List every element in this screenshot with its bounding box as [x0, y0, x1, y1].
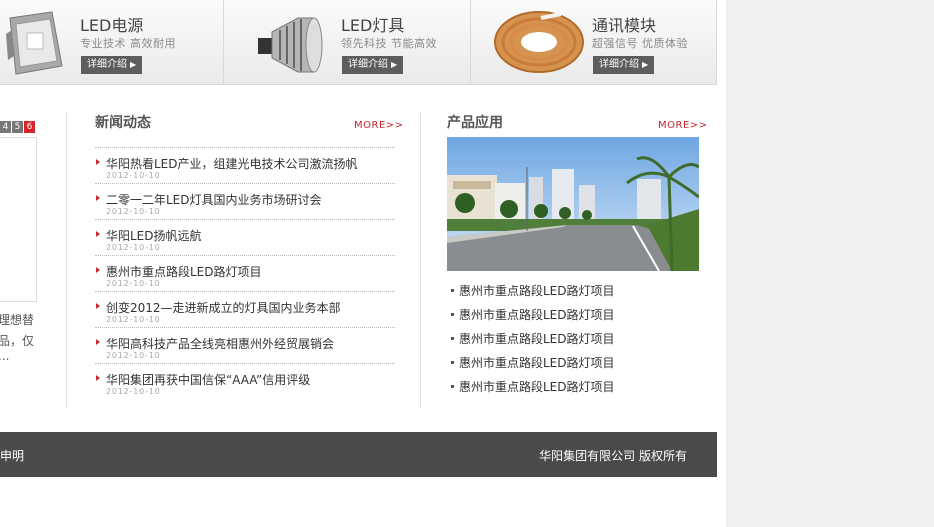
left-partial-column: 456 理想替 品，仅 ... — [0, 112, 40, 412]
application-item[interactable]: 惠州市重点路段LED路灯项目 — [450, 378, 700, 402]
news-title[interactable]: 二零一二年LED灯具国内业务市场研讨会 — [106, 191, 322, 208]
bullet-square-icon — [451, 385, 454, 388]
left-content-box — [0, 137, 37, 302]
news-title[interactable]: 华阳热看LED产业，组建光电技术公司激流扬帆 — [106, 155, 358, 172]
application-title[interactable]: 惠州市重点路段LED路灯项目 — [459, 378, 615, 395]
bullet-triangle-icon — [96, 195, 100, 201]
page-right-gutter — [726, 0, 934, 527]
left-text-line: ... — [0, 349, 10, 363]
arrow-right-icon: ▶ — [130, 60, 137, 69]
footer: 申明 华阳集团有限公司 版权所有 — [0, 432, 717, 477]
product-card-led-lamp[interactable]: LED灯具 领先科技 节能高效 详细介绍 ▶ — [224, 0, 471, 85]
product-title: 通讯模块 — [592, 16, 657, 35]
pagination: 456 — [0, 121, 36, 133]
page-link-active[interactable]: 6 — [24, 121, 35, 133]
details-button-label: 详细介绍 — [87, 59, 127, 70]
bullet-square-icon — [451, 289, 454, 292]
street-scene-image — [447, 137, 699, 271]
application-item[interactable]: 惠州市重点路段LED路灯项目 — [450, 330, 700, 354]
application-item[interactable]: 惠州市重点路段LED路灯项目 — [450, 354, 700, 378]
news-more-link[interactable]: MORE>> — [354, 120, 404, 131]
bullet-triangle-icon — [96, 267, 100, 273]
bullet-triangle-icon — [96, 375, 100, 381]
application-title[interactable]: 惠州市重点路段LED路灯项目 — [459, 306, 615, 323]
news-date: 2012-10-10 — [106, 315, 161, 324]
applications-more-link[interactable]: MORE>> — [658, 120, 708, 131]
product-card-led-power[interactable]: LED电源 专业技术 高效耐用 详细介绍 ▶ — [0, 0, 224, 85]
news-title[interactable]: 惠州市重点路段LED路灯项目 — [106, 263, 262, 280]
details-button-label: 详细介绍 — [599, 59, 639, 70]
application-item[interactable]: 惠州市重点路段LED路灯项目 — [450, 306, 700, 330]
spotlight-image — [258, 17, 323, 73]
bullet-triangle-icon — [96, 303, 100, 309]
footer-copyright: 华阳集团有限公司 版权所有 — [539, 449, 687, 463]
news-title[interactable]: 创变2012—走进新成立的灯具国内业务本部 — [106, 299, 341, 316]
page-link[interactable]: 4 — [0, 121, 11, 133]
news-item[interactable]: 惠州市重点路段LED路灯项目 2012-10-10 — [95, 255, 395, 291]
news-item[interactable]: 华阳集团再获中国信保“AAA”信用评级 2012-10-10 — [95, 363, 395, 399]
left-text-line: 理想替 — [0, 313, 35, 327]
page-link[interactable]: 5 — [12, 121, 23, 133]
news-date: 2012-10-10 — [106, 207, 161, 216]
news-title[interactable]: 华阳集团再获中国信保“AAA”信用评级 — [106, 371, 310, 388]
news-date: 2012-10-10 — [106, 171, 161, 180]
product-strip: LED电源 专业技术 高效耐用 详细介绍 ▶ LED灯具 领先科技 节能高效 详细… — [0, 0, 717, 85]
bullet-square-icon — [451, 361, 454, 364]
arrow-right-icon: ▶ — [391, 60, 398, 69]
details-button[interactable]: 详细介绍 ▶ — [342, 56, 404, 74]
news-item[interactable]: 创变2012—走进新成立的灯具国内业务本部 2012-10-10 — [95, 291, 395, 327]
news-date: 2012-10-10 — [106, 243, 161, 252]
news-date: 2012-10-10 — [106, 351, 161, 360]
application-item[interactable]: 惠州市重点路段LED路灯项目 — [450, 282, 700, 306]
details-button[interactable]: 详细介绍 ▶ — [81, 56, 143, 74]
details-button[interactable]: 详细介绍 ▶ — [593, 56, 655, 74]
bullet-square-icon — [451, 313, 454, 316]
bullet-square-icon — [451, 337, 454, 340]
main-content: LED电源 专业技术 高效耐用 详细介绍 ▶ LED灯具 领先科技 节能高效 详细… — [0, 0, 717, 527]
product-subtitle: 超强信号 优质体验 — [592, 37, 688, 50]
product-subtitle: 领先科技 节能高效 — [341, 37, 437, 50]
application-title[interactable]: 惠州市重点路段LED路灯项目 — [459, 330, 615, 347]
news-date: 2012-10-10 — [106, 387, 161, 396]
application-title[interactable]: 惠州市重点路段LED路灯项目 — [459, 282, 615, 299]
product-card-comm-module[interactable]: 通讯模块 超强信号 优质体验 详细介绍 ▶ — [471, 0, 717, 85]
news-heading: 新闻动态 — [95, 115, 151, 131]
footer-statement-link[interactable]: 申明 — [0, 447, 24, 464]
left-text-line: 品，仅 — [0, 334, 35, 348]
details-button-label: 详细介绍 — [348, 59, 388, 70]
applications-list: 惠州市重点路段LED路灯项目 惠州市重点路段LED路灯项目 惠州市重点路段LED… — [450, 282, 700, 402]
arrow-right-icon: ▶ — [642, 60, 649, 69]
applications-heading: 产品应用 — [447, 115, 503, 131]
news-list: 华阳热看LED产业，组建光电技术公司激流扬帆 2012-10-10 二零一二年LE… — [95, 147, 395, 399]
news-title[interactable]: 华阳高科技产品全线亮相惠州外经贸展销会 — [106, 335, 334, 352]
street-photo[interactable] — [447, 137, 699, 271]
product-subtitle: 专业技术 高效耐用 — [80, 37, 176, 50]
bullet-triangle-icon — [96, 231, 100, 237]
bullet-triangle-icon — [96, 159, 100, 165]
product-title: LED电源 — [80, 16, 144, 35]
news-item[interactable]: 华阳LED扬帆远航 2012-10-10 — [95, 219, 395, 255]
product-title: LED灯具 — [341, 16, 405, 35]
led-strip-image — [494, 11, 584, 73]
floodlight-image — [6, 11, 63, 75]
news-item[interactable]: 华阳高科技产品全线亮相惠州外经贸展销会 2012-10-10 — [95, 327, 395, 363]
column-divider — [66, 112, 67, 408]
news-title[interactable]: 华阳LED扬帆远航 — [106, 227, 202, 244]
bullet-triangle-icon — [96, 339, 100, 345]
news-item[interactable]: 二零一二年LED灯具国内业务市场研讨会 2012-10-10 — [95, 183, 395, 219]
news-item[interactable]: 华阳热看LED产业，组建光电技术公司激流扬帆 2012-10-10 — [95, 147, 395, 183]
news-date: 2012-10-10 — [106, 279, 161, 288]
column-divider — [420, 112, 421, 408]
application-title[interactable]: 惠州市重点路段LED路灯项目 — [459, 354, 615, 371]
